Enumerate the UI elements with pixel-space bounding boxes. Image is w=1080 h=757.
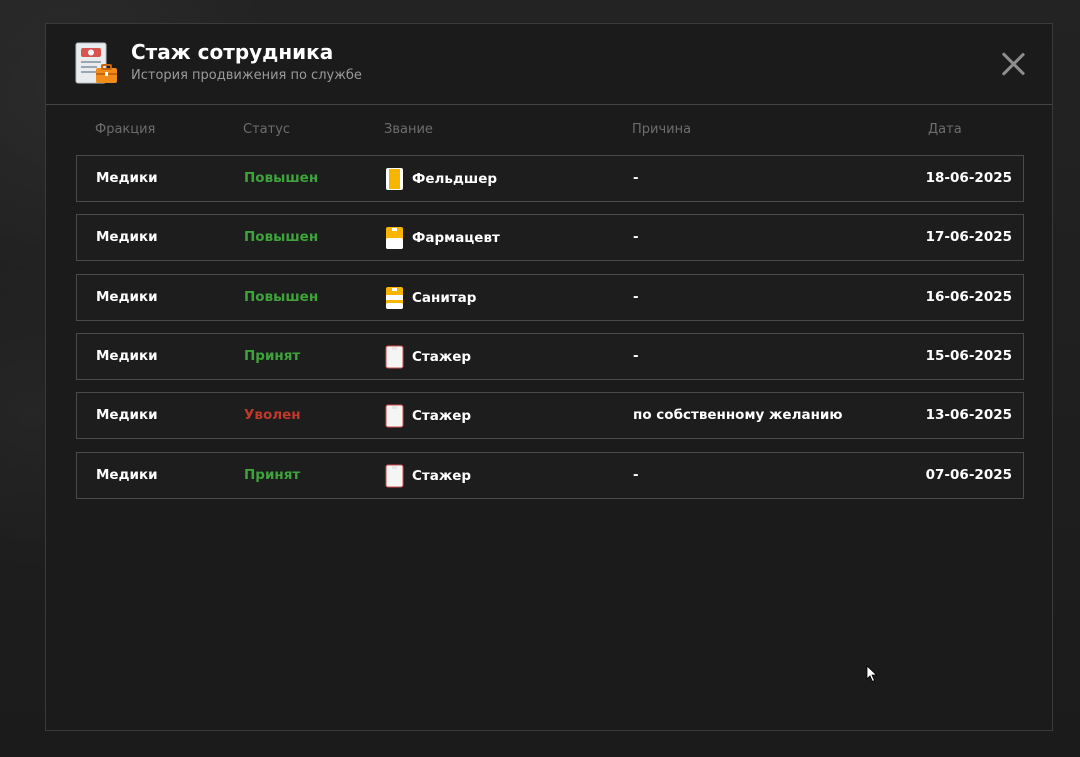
row-reason: - (633, 288, 639, 305)
mouse-cursor-icon (866, 665, 878, 683)
badge-gold-full-icon (385, 167, 404, 191)
row-status: Повышен (244, 229, 319, 246)
row-reason: - (633, 229, 639, 246)
row-status: Уволен (244, 407, 301, 424)
row-date: 18-06-2025 (925, 170, 1012, 186)
row-status: Принят (244, 347, 301, 364)
badge-white-icon (385, 464, 404, 488)
row-reason: - (633, 347, 639, 364)
row-date: 16-06-2025 (925, 288, 1012, 305)
row-reason: - (633, 170, 639, 186)
document-briefcase-icon (75, 42, 117, 84)
row-rank-label: Фельдшер (412, 171, 498, 187)
row-rank: Стажер (385, 404, 471, 428)
row-rank-label: Санитар (412, 289, 477, 306)
close-icon[interactable] (1000, 51, 1026, 77)
table-row: Медики Принят Стажер - 07-06-2025 (76, 451, 1024, 499)
row-faction: Медики (96, 347, 158, 364)
column-faction: Фракция (95, 122, 156, 137)
badge-white-icon (385, 404, 404, 428)
modal-header: Стаж сотрудника История продвижения по с… (46, 24, 1052, 105)
row-faction: Медики (96, 407, 158, 424)
row-rank-label: Стажер (412, 467, 472, 484)
modal-subtitle: История продвижения по службе (131, 68, 362, 83)
table-row: Медики Повышен Санитар - 16-06-2025 (76, 273, 1024, 321)
row-rank-label: Стажер (412, 348, 472, 365)
table-header: Фракция Статус Звание Причина Дата (76, 122, 1024, 138)
column-date: Дата (928, 122, 962, 137)
row-rank-label: Фармацевт (412, 230, 500, 247)
badge-white-icon (385, 345, 404, 369)
column-reason: Причина (632, 122, 692, 137)
column-rank: Звание (384, 122, 433, 137)
table-row: Медики Повышен Фельдшер - 18-06-2025 (76, 155, 1024, 202)
modal-title: Стаж сотрудника (131, 40, 334, 64)
row-rank: Санитар (385, 286, 476, 310)
row-rank: Фельдшер (385, 167, 497, 191)
row-date: 17-06-2025 (925, 229, 1012, 246)
row-reason: по собственному желанию (633, 407, 843, 424)
employee-seniority-modal: Стаж сотрудника История продвижения по с… (45, 23, 1053, 731)
row-faction: Медики (96, 229, 158, 246)
badge-gold-stripes-icon (385, 286, 404, 310)
row-rank: Фармацевт (385, 226, 500, 250)
row-faction: Медики (96, 466, 158, 483)
column-status: Статус (243, 122, 291, 137)
row-date: 15-06-2025 (925, 347, 1012, 364)
row-date: 13-06-2025 (925, 407, 1012, 424)
row-date: 07-06-2025 (925, 466, 1012, 483)
row-reason: - (633, 466, 639, 483)
row-rank: Стажер (385, 464, 471, 488)
row-status: Принят (244, 466, 301, 483)
badge-gold-top-icon (385, 226, 404, 250)
table-row: Медики Повышен Фармацевт - 17-06-2025 (76, 214, 1024, 262)
row-rank-label: Стажер (412, 408, 472, 425)
row-status: Повышен (244, 288, 319, 305)
row-faction: Медики (96, 288, 158, 305)
row-faction: Медики (96, 170, 158, 186)
table-row: Медики Уволен Стажер по собственному желани… (76, 392, 1024, 440)
table-row: Медики Принят Стажер - 15-06-2025 (76, 332, 1024, 380)
row-status: Повышен (244, 170, 319, 186)
row-rank: Стажер (385, 345, 471, 369)
